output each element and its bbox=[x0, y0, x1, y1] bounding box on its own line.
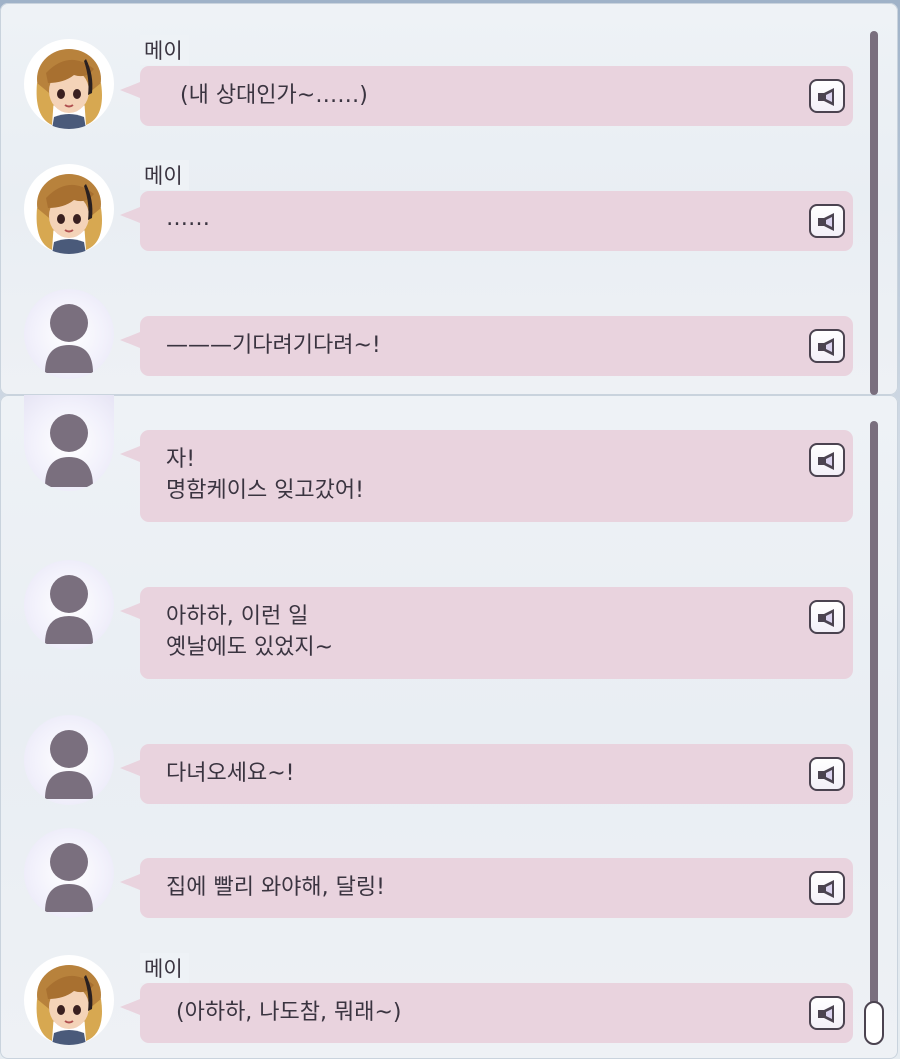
dialogue-bubble: 아하하, 이런 일 옛날에도 있었지~ bbox=[120, 587, 853, 679]
mei-portrait-icon bbox=[36, 965, 102, 1045]
log-entry: ———기다려기다려~! bbox=[0, 253, 870, 379]
log-entry: 메이 (아하하, 나도참, 뭐래~) bbox=[0, 935, 870, 1059]
dialogue-text: 다녀오세요~! bbox=[166, 761, 295, 786]
unknown-avatar bbox=[24, 395, 114, 491]
dialogue-text: …… bbox=[166, 206, 210, 231]
unknown-avatar bbox=[24, 715, 114, 805]
dialogue-text: 집에 빨리 와야해, 달링! bbox=[166, 875, 385, 900]
mei-avatar bbox=[24, 39, 114, 129]
voice-replay-button[interactable] bbox=[809, 871, 845, 905]
voice-replay-button[interactable] bbox=[809, 329, 845, 363]
dialogue-bubble: 다녀오세요~! bbox=[120, 744, 853, 804]
dialogue-text: 아하하, 이런 일 옛날에도 있었지~ bbox=[166, 604, 334, 660]
dialogue-text: (아하하, 나도참, 뭐래~) bbox=[176, 1000, 402, 1025]
speaker-icon bbox=[818, 452, 834, 470]
person-silhouette-icon bbox=[45, 304, 93, 373]
unknown-avatar bbox=[24, 289, 114, 379]
speaker-icon bbox=[818, 766, 834, 784]
scrollbar-track[interactable] bbox=[870, 31, 878, 395]
dialogue-bubble: …… bbox=[120, 191, 853, 251]
unknown-avatar bbox=[24, 828, 114, 918]
voice-replay-button[interactable] bbox=[809, 757, 845, 791]
person-silhouette-icon bbox=[45, 730, 93, 799]
log-entry: 다녀오세요~! bbox=[0, 695, 870, 820]
speaker-icon bbox=[818, 338, 834, 356]
speaker-icon bbox=[818, 213, 834, 231]
dialogue-text: ———기다려기다려~! bbox=[166, 333, 381, 358]
speaker-name: 메이 bbox=[140, 160, 189, 190]
voice-replay-button[interactable] bbox=[809, 79, 845, 113]
dialogue-text: 자! 명함케이스 잊고갔어! bbox=[166, 447, 364, 503]
mei-avatar bbox=[24, 955, 114, 1045]
chat-log-panel-top: 메이 (내 상대인가~……) 메이 …… ———기다려기다려~! bbox=[0, 3, 898, 395]
mei-portrait-icon bbox=[36, 49, 102, 129]
speaker-icon bbox=[818, 1005, 834, 1023]
dialogue-text: (내 상대인가~……) bbox=[180, 83, 368, 108]
dialogue-bubble: (내 상대인가~……) bbox=[120, 66, 853, 126]
voice-replay-button[interactable] bbox=[809, 600, 845, 634]
dialogue-bubble: (아하하, 나도참, 뭐래~) bbox=[120, 983, 853, 1043]
voice-replay-button[interactable] bbox=[809, 204, 845, 238]
log-entry: 메이 …… bbox=[0, 128, 870, 254]
dialogue-bubble: 집에 빨리 와야해, 달링! bbox=[120, 858, 853, 918]
person-silhouette-icon bbox=[45, 843, 93, 912]
scrollbar-thumb[interactable] bbox=[864, 1001, 884, 1045]
person-silhouette-icon bbox=[45, 575, 93, 644]
speaker-name: 메이 bbox=[140, 953, 189, 983]
dialogue-bubble: 자! 명함케이스 잊고갔어! bbox=[120, 430, 853, 522]
chat-log-panel-bottom: 자! 명함케이스 잊고갔어! 아하하, 이런 일 옛날에도 있었지~ 다녀오세요… bbox=[0, 395, 898, 1059]
log-entry: 메이 (내 상대인가~……) bbox=[0, 3, 870, 129]
speaker-name: 메이 bbox=[140, 35, 189, 65]
mei-avatar bbox=[24, 164, 114, 254]
voice-replay-button[interactable] bbox=[809, 996, 845, 1030]
person-silhouette-icon bbox=[45, 414, 93, 487]
log-entry: 자! 명함케이스 잊고갔어! bbox=[0, 395, 870, 535]
log-entry: 아하하, 이런 일 옛날에도 있었지~ bbox=[0, 535, 870, 695]
speaker-icon bbox=[818, 88, 834, 106]
speaker-icon bbox=[818, 609, 834, 627]
voice-replay-button[interactable] bbox=[809, 443, 845, 477]
unknown-avatar bbox=[24, 560, 114, 650]
log-entry: 집에 빨리 와야해, 달링! bbox=[0, 820, 870, 935]
speaker-icon bbox=[818, 880, 834, 898]
dialogue-bubble: ———기다려기다려~! bbox=[120, 316, 853, 376]
mei-portrait-icon bbox=[36, 174, 102, 254]
scrollbar-track[interactable] bbox=[870, 421, 878, 1011]
